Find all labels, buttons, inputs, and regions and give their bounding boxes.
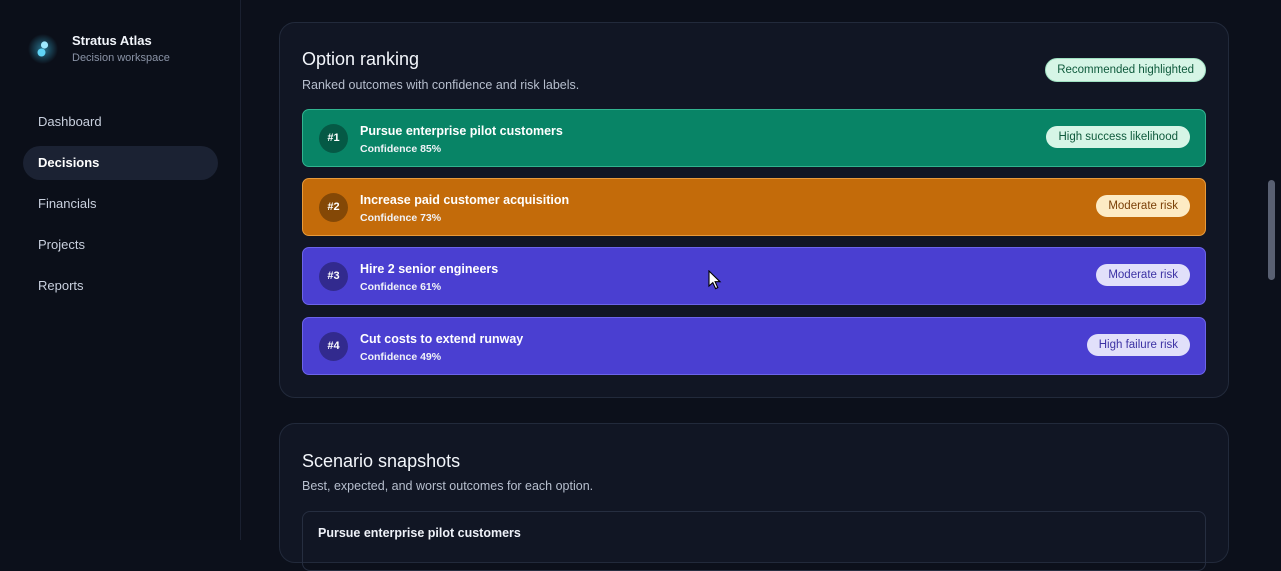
option-confidence: Confidence 73% <box>360 212 442 224</box>
option-title: Increase paid customer acquisition <box>360 193 570 207</box>
risk-tag: Moderate risk <box>1096 195 1190 217</box>
rank-badge: #1 <box>319 124 348 153</box>
brand[interactable]: Stratus Atlas Decision workspace <box>24 30 170 68</box>
section-title: Option ranking <box>302 49 420 69</box>
risk-tag: High failure risk <box>1086 334 1190 356</box>
option-row-3[interactable]: #3 Hire 2 senior engineers Confidence 61… <box>302 247 1206 305</box>
scenario-row[interactable]: Pursue enterprise pilot customers <box>302 511 1206 571</box>
section-subtitle: Best, expected, and worst outcomes for e… <box>302 479 594 493</box>
section-title: Scenario snapshots <box>302 451 461 471</box>
option-row-4[interactable]: #4 Cut costs to extend runway Confidence… <box>302 317 1206 375</box>
scenario-title: Pursue enterprise pilot customers <box>318 526 521 540</box>
section-subtitle: Ranked outcomes with confidence and risk… <box>302 78 580 92</box>
atlas-logo-icon <box>24 30 62 68</box>
risk-tag: Moderate risk <box>1096 264 1190 286</box>
option-row-2[interactable]: #2 Increase paid customer acquisition Co… <box>302 178 1206 236</box>
rank-badge: #3 <box>319 262 348 291</box>
brand-subtitle: Decision workspace <box>72 52 170 64</box>
scenario-snapshots-card: Scenario snapshots Best, expected, and w… <box>279 423 1229 571</box>
sidebar-item-dashboard[interactable]: Dashboard <box>23 105 218 139</box>
option-title: Cut costs to extend runway <box>360 332 524 346</box>
sidebar-item-financials[interactable]: Financials <box>23 187 218 221</box>
recommended-badge: Recommended highlighted <box>1045 58 1206 82</box>
brand-name: Stratus Atlas <box>72 33 152 48</box>
sidebar-item-reports[interactable]: Reports <box>23 269 218 303</box>
scrollbar-thumb[interactable] <box>1268 180 1275 280</box>
option-ranking-card: Option ranking Ranked outcomes with conf… <box>279 22 1229 398</box>
rank-badge: #2 <box>319 193 348 222</box>
option-confidence: Confidence 61% <box>360 281 442 293</box>
sidebar-item-projects[interactable]: Projects <box>23 228 218 262</box>
option-title: Hire 2 senior engineers <box>360 262 499 276</box>
option-title: Pursue enterprise pilot customers <box>360 124 563 138</box>
risk-tag: High success likelihood <box>1046 126 1190 148</box>
option-confidence: Confidence 85% <box>360 143 442 155</box>
option-row-1[interactable]: #1 Pursue enterprise pilot customers Con… <box>302 109 1206 167</box>
sidebar-item-decisions[interactable]: Decisions <box>23 146 218 180</box>
option-confidence: Confidence 49% <box>360 351 442 363</box>
mouse-cursor-icon <box>708 270 722 290</box>
sidebar-nav: Dashboard Decisions Financials Projects … <box>23 105 218 310</box>
rank-badge: #4 <box>319 332 348 361</box>
sidebar: Stratus Atlas Decision workspace Dashboa… <box>0 0 241 540</box>
